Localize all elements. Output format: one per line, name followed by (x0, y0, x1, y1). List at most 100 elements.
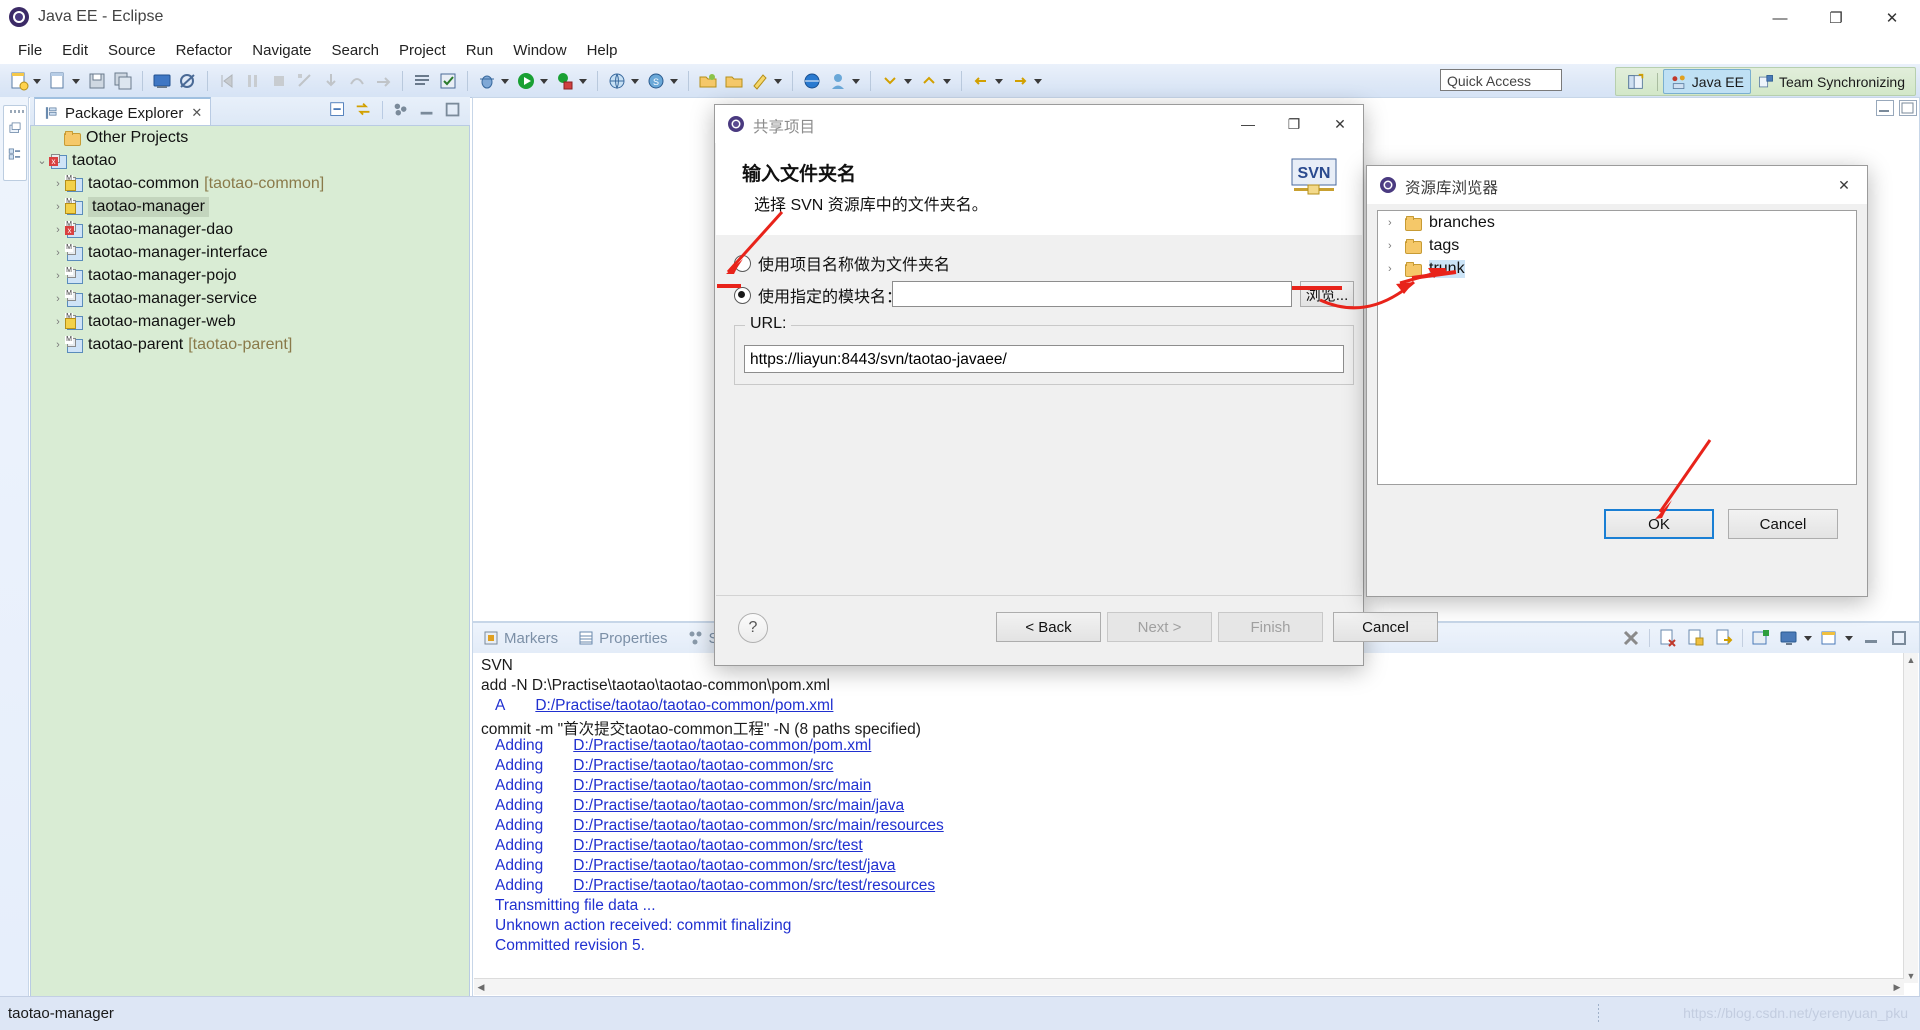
display-console-icon[interactable] (1779, 628, 1799, 648)
debug-dropdown[interactable] (500, 71, 510, 91)
new-java-dropdown[interactable] (71, 71, 81, 91)
menu-search[interactable]: Search (321, 39, 389, 62)
radio-use-project-name[interactable]: 使用项目名称做为文件夹名 (734, 251, 950, 275)
prev-annotation-dropdown[interactable] (942, 71, 952, 91)
tree-row-taotao-manager-pojo[interactable]: › M taotao-manager-pojo (31, 264, 469, 287)
twisty[interactable]: › (1388, 217, 1404, 229)
console-link[interactable]: D:/Practise/taotao/taotao-common/src/mai… (543, 777, 871, 794)
repo-row-tags[interactable]: › tags (1378, 234, 1856, 257)
scroll-left-arrow[interactable]: ◀ (474, 980, 488, 994)
twisty[interactable]: › (51, 316, 65, 328)
back-icon[interactable] (970, 70, 992, 92)
perspective-team-sync[interactable]: Team Synchronizing (1751, 70, 1911, 93)
help-button[interactable]: ? (738, 613, 768, 643)
skip-breakpoints-icon[interactable] (177, 70, 199, 92)
ok-button[interactable]: OK (1604, 509, 1714, 539)
twisty[interactable]: › (1388, 240, 1404, 252)
tree-row-taotao[interactable]: ⌄ x taotao (31, 149, 469, 172)
repository-tree[interactable]: › branches › tags › trunk (1377, 210, 1857, 485)
console-link[interactable]: D:/Practise/taotao/taotao-common/src/mai… (543, 817, 943, 834)
run-external-icon[interactable] (554, 70, 576, 92)
open-perspective-button[interactable] (1620, 70, 1652, 93)
radio-button[interactable] (734, 254, 751, 272)
search-web-icon[interactable]: S (645, 70, 667, 92)
new-console-icon[interactable] (1751, 628, 1771, 648)
forward-dropdown[interactable] (1033, 71, 1043, 91)
close-button[interactable]: ✕ (1317, 105, 1363, 143)
display-console-dropdown[interactable] (1803, 628, 1813, 648)
url-input[interactable]: https://liayun:8443/svn/taotao-javaee/ (744, 345, 1344, 373)
console-link[interactable]: D:/Practise/taotao/taotao-common/pom.xml (505, 697, 833, 714)
annotation-icon[interactable] (749, 70, 771, 92)
twisty[interactable]: › (51, 270, 65, 282)
drag-handle[interactable] (10, 110, 24, 113)
next-annotation-dropdown[interactable] (903, 71, 913, 91)
twisty[interactable]: ⌄ (35, 154, 49, 167)
twisty[interactable]: › (51, 293, 65, 305)
open-console-dropdown[interactable] (1844, 628, 1854, 648)
radio-use-module-name[interactable]: 使用指定的模块名： (734, 283, 902, 307)
new-wizard-icon[interactable] (8, 70, 30, 92)
new-java-class-icon[interactable] (47, 70, 69, 92)
tab-markers[interactable]: Markers (473, 623, 568, 653)
module-name-input[interactable] (892, 281, 1292, 307)
maximize-icon[interactable] (443, 100, 463, 120)
run-icon[interactable] (515, 70, 537, 92)
cancel-button[interactable]: Cancel (1728, 509, 1838, 539)
profile-dropdown[interactable] (851, 71, 861, 91)
new-wizard-dropdown[interactable] (32, 71, 42, 91)
radio-button[interactable] (734, 286, 751, 304)
tree-row-other-projects[interactable]: Other Projects (31, 126, 469, 149)
tree-row-taotao-manager-service[interactable]: › M taotao-manager-service (31, 287, 469, 310)
open-task-icon[interactable] (437, 70, 459, 92)
next-annotation-icon[interactable] (879, 70, 901, 92)
repo-row-trunk[interactable]: › trunk (1378, 257, 1856, 280)
menu-help[interactable]: Help (577, 39, 628, 62)
scroll-right-arrow[interactable]: ▶ (1890, 980, 1904, 994)
minimize-button[interactable]: — (1225, 105, 1271, 143)
open-resource-icon[interactable] (723, 70, 745, 92)
open-browser-icon[interactable] (801, 70, 823, 92)
tree-row-taotao-manager-interface[interactable]: › M taotao-manager-interface (31, 241, 469, 264)
tree-row-taotao-manager-dao[interactable]: › Mx taotao-manager-dao (31, 218, 469, 241)
tab-package-explorer[interactable]: Package Explorer ✕ (34, 97, 212, 127)
perspective-java-ee[interactable]: Java EE (1662, 69, 1751, 94)
terminate-icon[interactable] (1621, 628, 1641, 648)
tab-properties[interactable]: Properties (568, 623, 677, 653)
menu-window[interactable]: Window (503, 39, 576, 62)
restore-view-icon[interactable] (7, 120, 23, 136)
scroll-down-arrow[interactable]: ▼ (1904, 969, 1918, 983)
profile-icon[interactable] (827, 70, 849, 92)
console-vertical-scrollbar[interactable]: ▲ ▼ (1903, 653, 1918, 983)
maximize-button[interactable]: ❐ (1271, 105, 1317, 143)
new-web-dropdown[interactable] (630, 71, 640, 91)
twisty[interactable]: › (1388, 263, 1404, 275)
debug-icon[interactable] (476, 70, 498, 92)
twisty[interactable]: › (51, 247, 65, 259)
twisty[interactable]: › (51, 201, 65, 213)
open-type-icon[interactable] (697, 70, 719, 92)
twisty[interactable]: › (51, 224, 65, 236)
open-server-icon[interactable] (151, 70, 173, 92)
menu-run[interactable]: Run (456, 39, 504, 62)
menu-file[interactable]: File (8, 39, 52, 62)
close-icon[interactable]: ✕ (191, 105, 202, 121)
new-web-project-icon[interactable] (606, 70, 628, 92)
menu-refactor[interactable]: Refactor (166, 39, 243, 62)
open-console-icon[interactable] (1820, 628, 1840, 648)
minimize-icon[interactable] (417, 100, 437, 120)
menu-source[interactable]: Source (98, 39, 166, 62)
search-web-dropdown[interactable] (669, 71, 679, 91)
package-explorer-tree[interactable]: Other Projects ⌄ x taotao › M taotao-com… (30, 125, 470, 997)
remove-console-icon[interactable] (1658, 628, 1678, 648)
twisty[interactable]: › (51, 178, 65, 190)
close-button[interactable]: ✕ (1821, 166, 1867, 204)
annotation-dropdown[interactable] (773, 71, 783, 91)
prev-annotation-icon[interactable] (918, 70, 940, 92)
cancel-button[interactable]: Cancel (1333, 612, 1438, 642)
minimize-button[interactable]: — (1752, 0, 1808, 36)
back-dropdown[interactable] (994, 71, 1004, 91)
forward-icon[interactable] (1009, 70, 1031, 92)
console-link[interactable]: D:/Practise/taotao/taotao-common/src (543, 757, 833, 774)
tree-row-taotao-manager-web[interactable]: › M taotao-manager-web (31, 310, 469, 333)
